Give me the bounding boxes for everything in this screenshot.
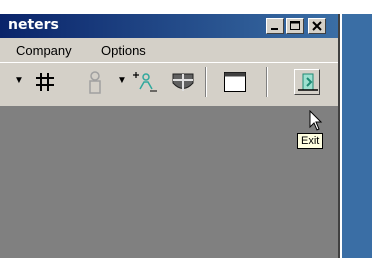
person-icon: [89, 71, 101, 94]
menu-company[interactable]: Company: [16, 43, 72, 58]
close-icon: [312, 21, 322, 31]
mouse-cursor-icon: [309, 110, 323, 131]
grid-button[interactable]: [32, 69, 58, 95]
toolbar-separator-2: [266, 67, 268, 97]
close-button[interactable]: [308, 18, 326, 34]
maximize-icon: [290, 21, 300, 30]
menu-options[interactable]: Options: [101, 43, 146, 58]
title-bar[interactable]: neters: [0, 14, 338, 38]
minimize-icon: [271, 28, 278, 30]
building-icon: [172, 73, 194, 91]
exit-button[interactable]: [294, 69, 320, 95]
maximize-button[interactable]: [286, 18, 304, 34]
window-title: neters: [8, 17, 59, 33]
exit-icon: [298, 73, 318, 91]
window-icon: [224, 72, 246, 92]
menu-bar: Company Options: [0, 40, 338, 60]
minimize-button[interactable]: [266, 18, 284, 34]
client-area: [0, 106, 338, 258]
building-button[interactable]: [170, 69, 196, 95]
toolbar-separator: [205, 67, 207, 97]
desktop-background: [342, 14, 372, 258]
toolbar: ▼ ▼: [0, 62, 338, 103]
add-person-icon: [133, 72, 157, 92]
dropdown-arrow-icon-2[interactable]: ▼: [117, 75, 127, 86]
window-button[interactable]: [222, 69, 248, 95]
application-window: neters Company Options ▼ ▼: [0, 14, 340, 258]
add-person-button[interactable]: [132, 69, 158, 95]
grid-icon: [36, 73, 54, 91]
tooltip-exit: Exit: [297, 133, 324, 149]
person-button[interactable]: [82, 69, 108, 95]
dropdown-arrow-icon[interactable]: ▼: [14, 75, 24, 86]
